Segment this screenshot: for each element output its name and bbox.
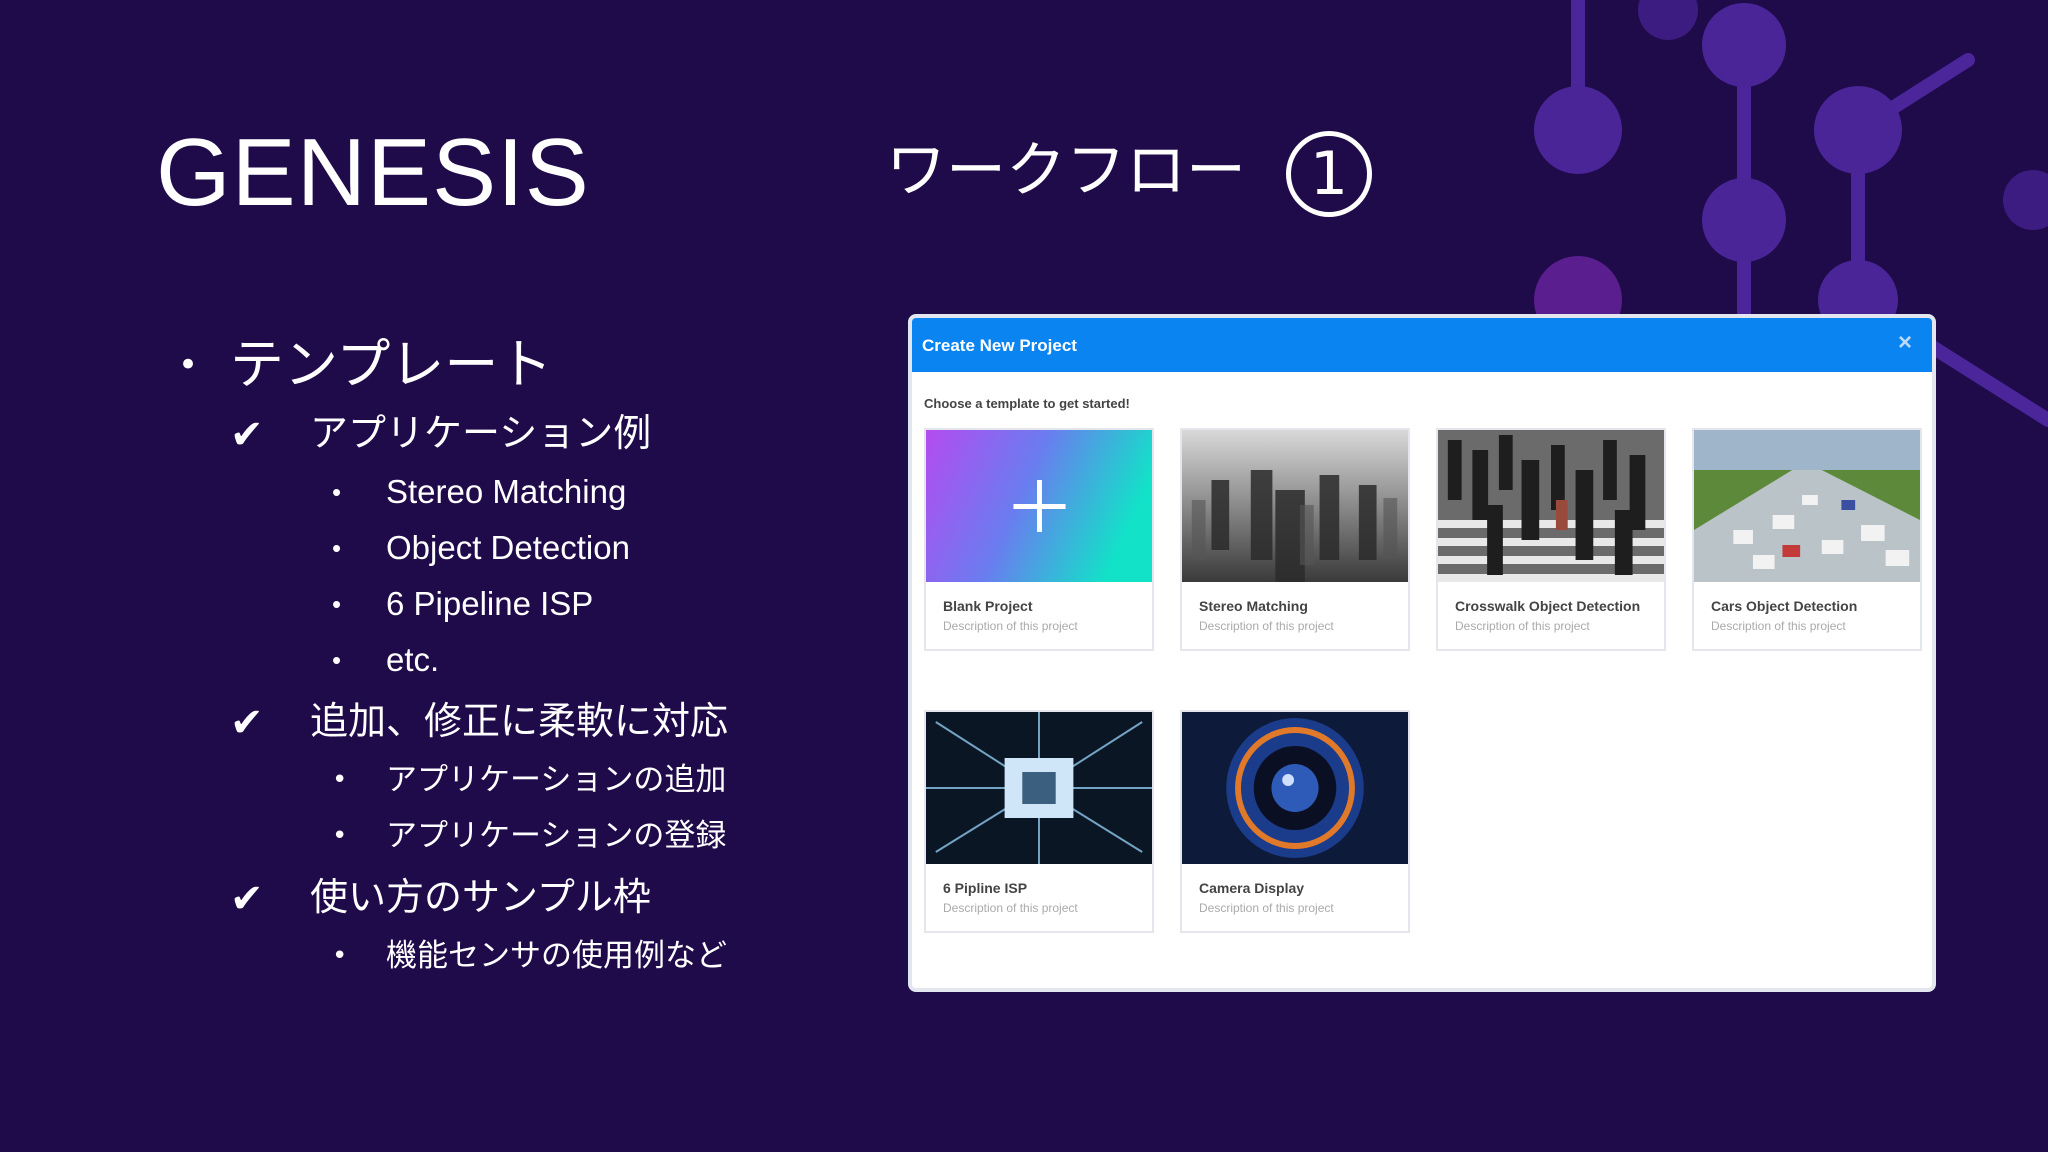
section-label: アプリケーション例 xyxy=(310,411,652,455)
template-description: Description of this project xyxy=(1199,901,1334,915)
template-name: Crosswalk Object Detection xyxy=(1455,598,1641,614)
template-description: Description of this project xyxy=(1199,619,1334,633)
template-card-blank-project[interactable]: Blank Project Description of this projec… xyxy=(924,428,1154,651)
template-description: Description of this project xyxy=(943,619,1078,633)
bullet-dot: • xyxy=(332,821,348,851)
outline-section: ✔ アプリケーション例 xyxy=(178,402,818,464)
subtitle-text: ワークフロー xyxy=(886,136,1246,206)
template-description: Description of this project xyxy=(1711,619,1846,633)
checkmark-icon: ✔ xyxy=(230,876,264,922)
template-description: Description of this project xyxy=(1455,619,1590,633)
bullet-dot: • xyxy=(332,645,342,675)
list-item: • 6 Pipeline ISP xyxy=(178,576,818,632)
slide-title: GENESIS xyxy=(156,119,590,226)
create-project-dialog: Create New Project × Choose a template t… xyxy=(908,314,1936,992)
bullet-dot: • xyxy=(178,345,199,385)
highway-image xyxy=(1694,430,1920,582)
template-card-stereo-matching[interactable]: Stereo Matching Description of this proj… xyxy=(1180,428,1410,651)
list-item-text: Stereo Matching xyxy=(386,473,627,510)
bullet-dot: • xyxy=(332,533,342,563)
bullet-dot: • xyxy=(332,941,348,971)
list-item: • 機能センサの使用例など xyxy=(178,928,818,984)
outline-section: ✔ 追加、修正に柔軟に対応 xyxy=(178,690,818,752)
template-card-camera-display[interactable]: Camera Display Description of this proje… xyxy=(1180,710,1410,933)
dialog-header: Create New Project × xyxy=(912,318,1932,372)
list-item: • アプリケーションの追加 xyxy=(178,752,818,808)
template-name: Blank Project xyxy=(943,598,1033,614)
template-name: 6 Pipline ISP xyxy=(943,880,1028,896)
bullet-outline: • テンプレート ✔ アプリケーション例 • Stereo Matching • O… xyxy=(178,330,818,984)
camera-lens-image xyxy=(1182,712,1408,864)
bullet-dot: • xyxy=(332,477,342,507)
list-item: • アプリケーションの登録 xyxy=(178,808,818,864)
step-number-badge: 1 xyxy=(1286,131,1372,218)
list-item-text: Object Detection xyxy=(386,529,630,566)
slide: GENESIS ワークフロー 1 • テンプレート ✔ アプリケーション例 • St… xyxy=(0,0,2048,1152)
plus-icon xyxy=(926,430,1152,582)
template-description: Description of this project xyxy=(943,901,1078,915)
list-item-text: アプリケーションの追加 xyxy=(386,762,727,798)
outline-section: ✔ 使い方のサンプル枠 xyxy=(178,866,818,928)
section-label: 追加、修正に柔軟に対応 xyxy=(310,699,729,743)
close-icon[interactable]: × xyxy=(1892,330,1918,356)
template-name: Stereo Matching xyxy=(1199,598,1308,614)
dialog-title: Create New Project xyxy=(922,336,1077,355)
bullet-dot: • xyxy=(332,589,342,619)
template-card-cars-object-detection[interactable]: Cars Object Detection Description of thi… xyxy=(1692,428,1922,651)
list-item: • etc. xyxy=(178,632,818,688)
template-card-6-pipline-isp[interactable]: 6 Pipline ISP Description of this projec… xyxy=(924,710,1154,933)
template-name: Camera Display xyxy=(1199,880,1305,896)
dialog-prompt: Choose a template to get started! xyxy=(924,396,1130,411)
outline-heading-text: テンプレート xyxy=(230,333,553,396)
template-name: Cars Object Detection xyxy=(1711,598,1858,614)
list-item-text: 6 Pipeline ISP xyxy=(386,585,594,622)
section-label: 使い方のサンプル枠 xyxy=(310,875,651,919)
stereo-image xyxy=(1182,430,1408,582)
slide-subtitle: ワークフロー 1 xyxy=(886,122,1372,218)
outline-heading: • テンプレート xyxy=(178,330,818,400)
bullet-dot: • xyxy=(332,765,348,795)
checkmark-icon: ✔ xyxy=(230,700,264,746)
chip-image xyxy=(926,712,1152,864)
list-item: • Stereo Matching xyxy=(178,464,818,520)
checkmark-icon: ✔ xyxy=(230,412,264,458)
crosswalk-image xyxy=(1438,430,1664,582)
template-card-crosswalk-object-detection[interactable]: Crosswalk Object Detection Description o… xyxy=(1436,428,1666,651)
list-item-text: アプリケーションの登録 xyxy=(386,818,727,854)
list-item-text: 機能センサの使用例など xyxy=(386,938,727,974)
list-item-text: etc. xyxy=(386,641,440,678)
list-item: • Object Detection xyxy=(178,520,818,576)
